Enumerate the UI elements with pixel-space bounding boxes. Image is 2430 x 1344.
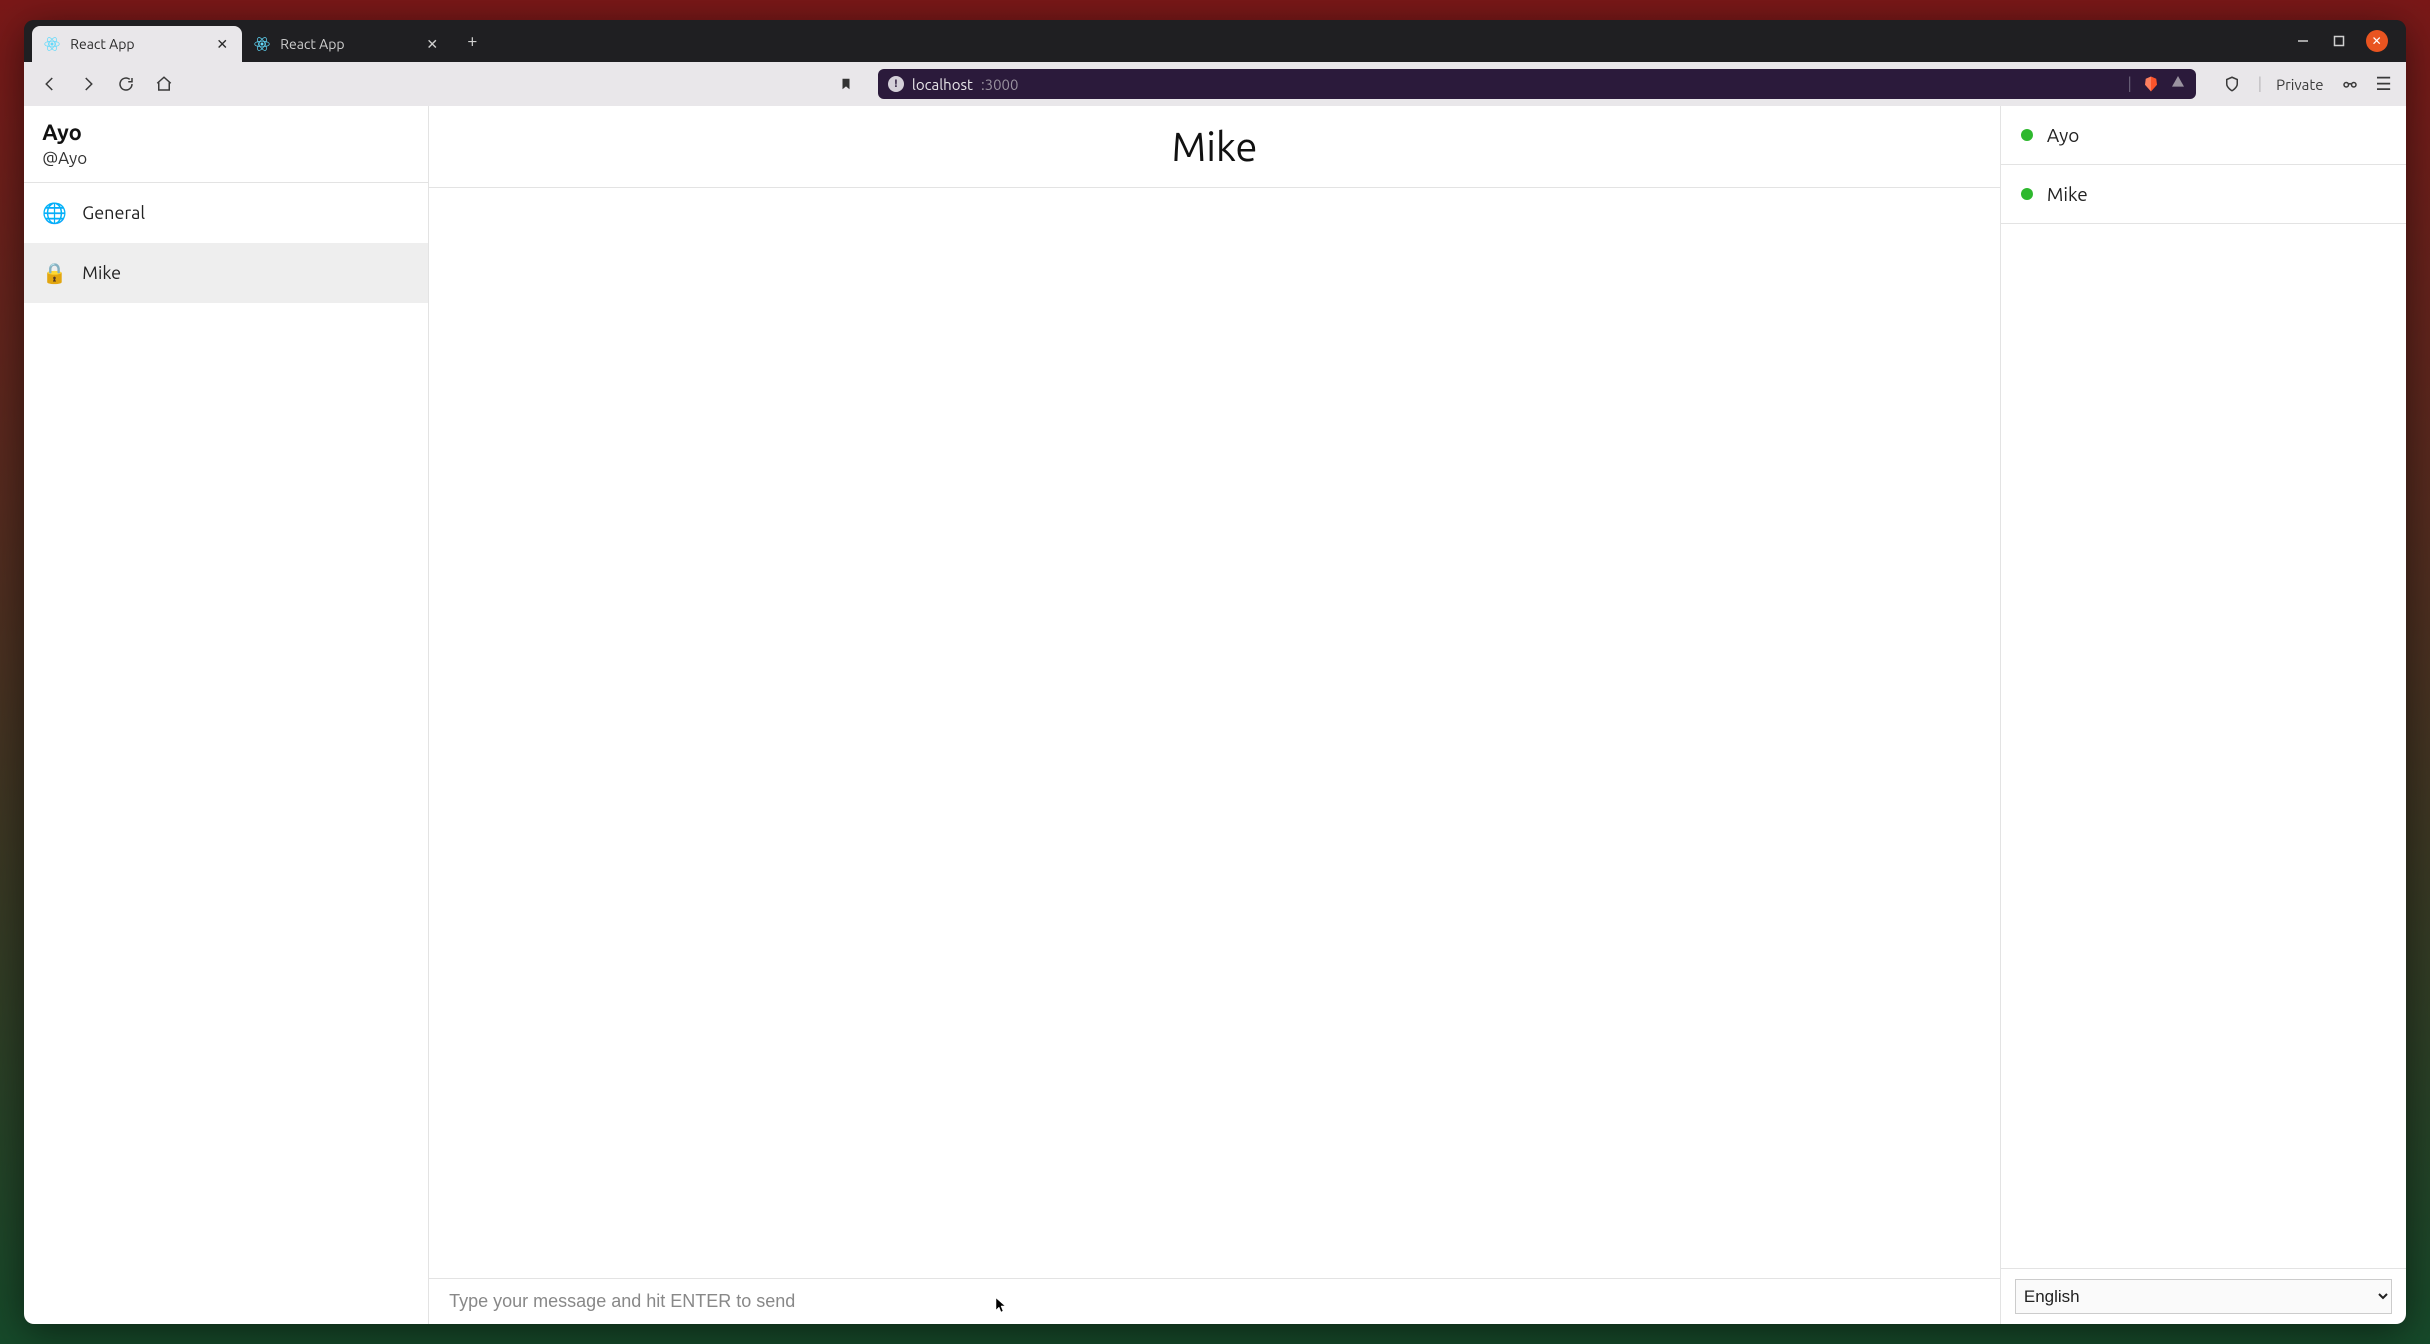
window-controls: ✕ [2294,30,2398,52]
lock-icon: 🔒 [42,261,66,285]
language-select[interactable]: English [2015,1279,2392,1314]
online-indicator-icon [2021,188,2033,200]
forward-button[interactable] [76,72,100,96]
channel-item-mike[interactable]: 🔒 Mike [24,243,428,303]
url-host: localhost [912,76,973,93]
addressbar-tools: | [2127,74,2185,94]
toolbar-divider: | [2258,75,2262,93]
tab-react-app-2[interactable]: React App ✕ [242,26,452,62]
close-button[interactable]: ✕ [2366,30,2388,52]
menu-button[interactable]: ☰ [2376,74,2392,95]
addressbar-divider: | [2127,75,2131,93]
chat-app: Ayo @Ayo 🌐 General 🔒 Mike Mike [24,106,2405,1324]
channel-label: Mike [82,263,121,283]
home-button[interactable] [152,72,176,96]
chat-header: Mike [429,106,2000,188]
channel-list: 🌐 General 🔒 Mike [24,183,428,303]
chat-body [429,188,2000,1278]
presence-name: Ayo [2047,124,2080,146]
channel-item-general[interactable]: 🌐 General [24,183,428,243]
new-tab-button[interactable]: + [458,27,486,55]
chat-input-wrap [429,1278,2000,1324]
reload-button[interactable] [114,72,138,96]
site-info-icon[interactable]: ! [888,76,904,92]
private-mode-label: Private [2276,76,2323,93]
react-logo-icon [254,36,270,52]
tab-react-app-1[interactable]: React App ✕ [32,26,242,62]
sidebar-left: Ayo @Ayo 🌐 General 🔒 Mike [24,106,429,1324]
brave-shields-icon[interactable] [2142,75,2160,93]
maximize-button[interactable] [2330,32,2348,50]
brave-rewards-icon[interactable] [2170,74,2186,94]
chat-title: Mike [429,124,2000,169]
url-port: :3000 [981,76,1019,93]
tab-close-icon[interactable]: ✕ [214,36,230,52]
back-button[interactable] [38,72,62,96]
channel-label: General [82,203,145,223]
react-logo-icon [44,36,60,52]
online-indicator-icon [2021,129,2033,141]
tab-title: React App [70,36,134,52]
presence-item-mike[interactable]: Mike [2001,165,2406,224]
toolbar-right: | Private ☰ [2220,72,2392,96]
current-user-handle: @Ayo [42,149,410,168]
user-header: Ayo @Ayo [24,106,428,183]
bookmark-icon[interactable] [834,72,858,96]
chat-main: Mike [429,106,2001,1324]
tab-close-icon[interactable]: ✕ [424,36,440,52]
current-user-name: Ayo [42,120,410,145]
presence-name: Mike [2047,183,2088,205]
minimize-button[interactable] [2294,32,2312,50]
language-select-wrap: English [2001,1268,2406,1324]
addressbar[interactable]: ! localhost :3000 | [878,69,2196,99]
tab-title: React App [280,36,344,52]
private-mode-icon [2338,72,2362,96]
sidebar-right: Ayo Mike English [2001,106,2406,1324]
toolbar: ! localhost :3000 | | Private ☰ [24,62,2405,106]
browser-window: React App ✕ React App ✕ + ✕ [24,20,2405,1324]
tabstrip: React App ✕ React App ✕ + ✕ [24,20,2405,62]
message-input[interactable] [449,1291,1980,1312]
globe-icon: 🌐 [42,201,66,225]
presence-item-ayo[interactable]: Ayo [2001,106,2406,165]
content-blocker-icon[interactable] [2220,72,2244,96]
